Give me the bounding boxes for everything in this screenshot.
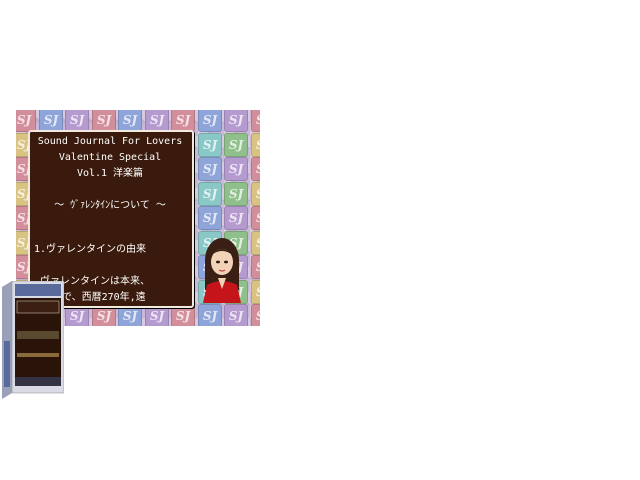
background-tile: SJ <box>65 110 89 132</box>
background-tile: SJ <box>198 182 222 206</box>
background-tile: SJ <box>118 110 142 132</box>
background-tile: SJ <box>251 157 260 181</box>
background-tile: SJ <box>198 304 222 326</box>
background-tile: SJ <box>198 157 222 181</box>
character-portrait <box>203 238 241 303</box>
background-tile: SJ <box>224 182 248 206</box>
section-header: ～ ｳﾞｧﾚﾝﾀｲﾝについて ～ <box>54 200 166 211</box>
background-tile: SJ <box>251 206 260 230</box>
background-tile: SJ <box>145 110 169 132</box>
background-tile: SJ <box>198 110 222 132</box>
background-tile: SJ <box>39 110 63 132</box>
background-tile: SJ <box>251 110 260 132</box>
background-tile: SJ <box>251 182 260 206</box>
title-line-3: Vol.1 洋楽篇 <box>76 168 144 179</box>
background-tile: SJ <box>198 206 222 230</box>
title-line-2: Valentine Special <box>58 152 162 163</box>
background-tile: SJ <box>251 304 260 326</box>
background-tile: SJ <box>16 110 36 132</box>
background-tile: SJ <box>198 133 222 157</box>
title-line-1: Sound Journal For Lovers <box>37 136 183 147</box>
background-tile: SJ <box>224 110 248 132</box>
chapter-heading: 1.ヴァレンタインの由来 <box>34 244 147 255</box>
background-tile: SJ <box>92 110 116 132</box>
background-tile: SJ <box>224 133 248 157</box>
game-box-art <box>2 281 64 399</box>
background-tile: SJ <box>251 231 260 255</box>
background-tile: SJ <box>224 304 248 326</box>
background-tile: SJ <box>251 280 260 304</box>
background-tile: SJ <box>251 255 260 279</box>
background-tile: SJ <box>224 157 248 181</box>
background-tile: SJ <box>171 110 195 132</box>
background-tile: SJ <box>251 133 260 157</box>
background-tile: SJ <box>224 206 248 230</box>
